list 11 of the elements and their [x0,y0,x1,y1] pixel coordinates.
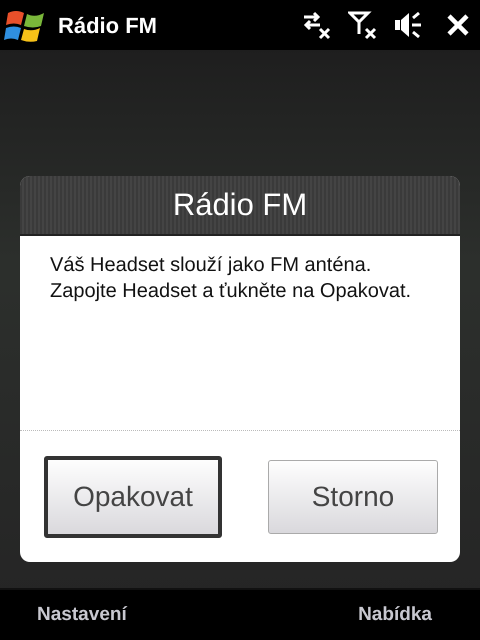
antenna-off-icon [348,10,378,40]
close-icon[interactable] [446,13,470,37]
softkey[interactable]: Nastavení [37,600,127,630]
cancel-button[interactable]: Storno [268,460,438,534]
retry-button[interactable]: Opakovat [44,456,222,538]
dialog-title: Rádio FM [172,186,308,224]
dialog-message: Váš Headset slouží jako FM anténa. Zapojte Headset a ťukněte na Opakovat. [49,253,412,304]
speaker-muted-icon [394,10,422,40]
softkey[interactable]: Nabídka [358,600,432,630]
data-connection-off-icon [302,10,332,40]
window-title: Rádio FM [58,12,157,40]
